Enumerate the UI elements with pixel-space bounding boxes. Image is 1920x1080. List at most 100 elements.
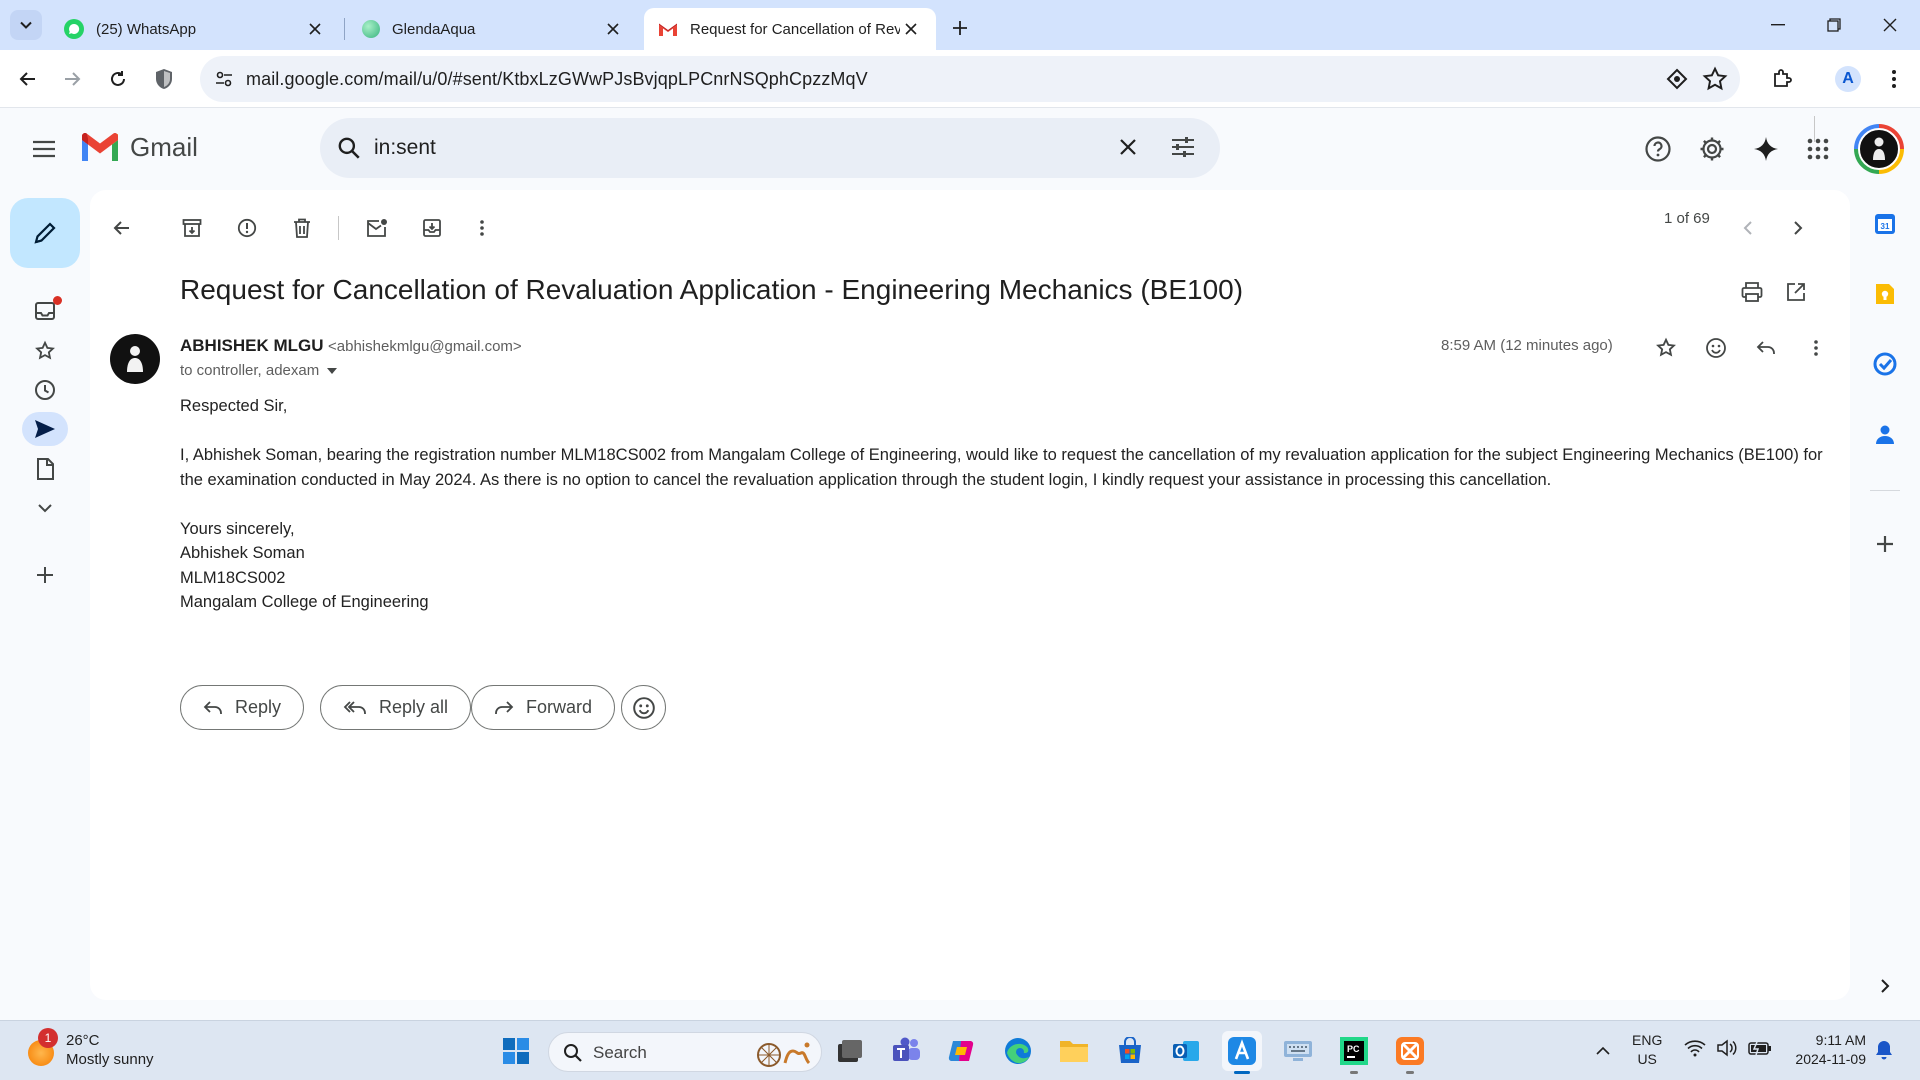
tab-glendaaqua[interactable]: GlendaAqua xyxy=(348,8,638,50)
contacts-app[interactable] xyxy=(1867,416,1903,452)
calendar-app[interactable]: 31 xyxy=(1867,206,1903,242)
address-bar[interactable]: mail.google.com/mail/u/0/#sent/KtbxLzGWw… xyxy=(200,56,1740,102)
archive-button[interactable] xyxy=(172,208,212,248)
get-addons-button[interactable] xyxy=(1867,526,1903,562)
google-apps-button[interactable] xyxy=(1794,125,1842,173)
bookmark-star-icon[interactable] xyxy=(1702,66,1728,92)
plus-icon xyxy=(1877,536,1893,552)
keep-app[interactable] xyxy=(1867,276,1903,312)
settings-button[interactable] xyxy=(1688,125,1736,173)
recipients-line[interactable]: to controller, adexam xyxy=(180,362,338,379)
nav-sent-active[interactable] xyxy=(22,412,68,446)
extensions-button[interactable] xyxy=(1762,59,1802,99)
new-tab-button[interactable] xyxy=(944,12,976,44)
nav-drafts[interactable] xyxy=(22,452,68,486)
reload-button[interactable] xyxy=(98,59,138,99)
close-window-button[interactable] xyxy=(1862,0,1918,50)
clear-search-icon[interactable] xyxy=(1116,135,1140,159)
taskbar-keyboard-app[interactable] xyxy=(1278,1031,1318,1071)
mail-search-bar[interactable]: in:sent xyxy=(320,118,1220,178)
support-button[interactable] xyxy=(1634,125,1682,173)
taskbar-xampp[interactable] xyxy=(1390,1031,1430,1074)
nav-create-label[interactable] xyxy=(22,558,68,592)
tab-search-button[interactable] xyxy=(10,10,42,40)
print-all-button[interactable] xyxy=(1732,272,1772,312)
minimize-button[interactable] xyxy=(1750,0,1806,50)
lens-icon[interactable] xyxy=(1666,68,1688,90)
delete-button[interactable] xyxy=(282,208,322,248)
tab-whatsapp[interactable]: (25) WhatsApp xyxy=(50,8,340,50)
browser-menu-button[interactable] xyxy=(1874,59,1914,99)
move-to-button[interactable] xyxy=(412,208,452,248)
extension-shield-button[interactable] xyxy=(144,59,184,99)
taskbar-copilot[interactable] xyxy=(942,1031,982,1071)
close-tab-icon[interactable] xyxy=(900,18,922,40)
trash-icon xyxy=(294,218,310,238)
system-tray[interactable] xyxy=(1684,1039,1772,1057)
sender-name[interactable]: ABHISHEK MLGU xyxy=(180,336,324,355)
pycharm-icon: PC xyxy=(1340,1037,1368,1065)
search-icon[interactable] xyxy=(336,135,362,161)
taskbar-file-explorer[interactable] xyxy=(1054,1031,1094,1071)
emoji-reaction-button[interactable] xyxy=(621,685,666,730)
search-input[interactable]: in:sent xyxy=(374,136,436,160)
compose-button[interactable] xyxy=(10,198,80,268)
search-options-icon[interactable] xyxy=(1170,135,1196,159)
taskbar-pycharm[interactable]: PC xyxy=(1334,1031,1374,1074)
taskbar-edge[interactable] xyxy=(998,1031,1038,1071)
start-button[interactable] xyxy=(496,1031,536,1071)
reply-button[interactable]: Reply xyxy=(180,685,305,730)
taskbar-task-view[interactable] xyxy=(830,1031,870,1071)
newer-button[interactable] xyxy=(1728,208,1768,248)
taskbar-outlook[interactable] xyxy=(1166,1031,1206,1071)
forward-button[interactable]: Forward xyxy=(471,685,616,730)
restore-button[interactable] xyxy=(1806,0,1862,50)
back-to-sent-button[interactable] xyxy=(102,208,142,248)
taskbar-teams[interactable] xyxy=(886,1031,926,1071)
tab-gmail-active[interactable]: Request for Cancellation of Rev xyxy=(644,8,936,50)
unread-dot xyxy=(53,296,62,305)
gmail-logo[interactable]: Gmail xyxy=(80,132,198,163)
site-info-icon[interactable] xyxy=(214,69,234,89)
draft-icon xyxy=(37,458,54,480)
message-more-button[interactable] xyxy=(1796,328,1836,368)
show-hidden-icons-button[interactable] xyxy=(1588,1035,1618,1065)
account-avatar[interactable] xyxy=(1854,124,1904,174)
back-button[interactable] xyxy=(8,59,48,99)
close-tab-icon[interactable] xyxy=(304,18,326,40)
star-message-button[interactable] xyxy=(1646,328,1686,368)
reply-icon-button[interactable] xyxy=(1746,328,1786,368)
chevron-left-icon xyxy=(1743,221,1752,235)
forward-button[interactable] xyxy=(52,59,92,99)
nav-starred[interactable] xyxy=(22,334,68,368)
forward-icon xyxy=(495,700,514,714)
taskbar-search[interactable]: Search xyxy=(548,1032,822,1072)
reply-all-button[interactable]: Reply all xyxy=(320,685,472,730)
older-button[interactable] xyxy=(1778,208,1818,248)
mark-unread-button[interactable] xyxy=(357,208,397,248)
clock[interactable]: 9:11 AM 2024-11-09 xyxy=(1780,1031,1866,1069)
more-actions-button[interactable] xyxy=(462,208,502,248)
profile-button[interactable]: A xyxy=(1828,59,1868,99)
taskbar-search-label: Search xyxy=(593,1043,647,1062)
weather-widget[interactable]: 1 26°C Mostly sunny xyxy=(24,1028,154,1069)
taskbar-store[interactable] xyxy=(1110,1031,1150,1071)
main-menu-button[interactable] xyxy=(20,125,68,173)
report-spam-button[interactable] xyxy=(227,208,267,248)
tasks-app[interactable] xyxy=(1867,346,1903,382)
show-side-panel-button[interactable] xyxy=(1867,968,1903,1004)
close-tab-icon[interactable] xyxy=(602,18,624,40)
sender-avatar[interactable] xyxy=(110,334,160,384)
details-dropdown-icon[interactable] xyxy=(327,367,338,374)
language-indicator[interactable]: ENG US xyxy=(1632,1031,1662,1069)
gemini-button[interactable] xyxy=(1742,125,1790,173)
nav-more[interactable] xyxy=(22,491,68,525)
nav-inbox[interactable] xyxy=(22,294,68,328)
add-reaction-button[interactable] xyxy=(1696,328,1736,368)
body-signature-name: Abhishek Soman xyxy=(180,544,305,562)
open-new-window-button[interactable] xyxy=(1776,272,1816,312)
taskbar-active-app[interactable] xyxy=(1222,1031,1262,1074)
tab-title: Request for Cancellation of Rev xyxy=(690,20,900,38)
nav-snoozed[interactable] xyxy=(22,373,68,407)
notifications-button[interactable] xyxy=(1874,1039,1894,1061)
